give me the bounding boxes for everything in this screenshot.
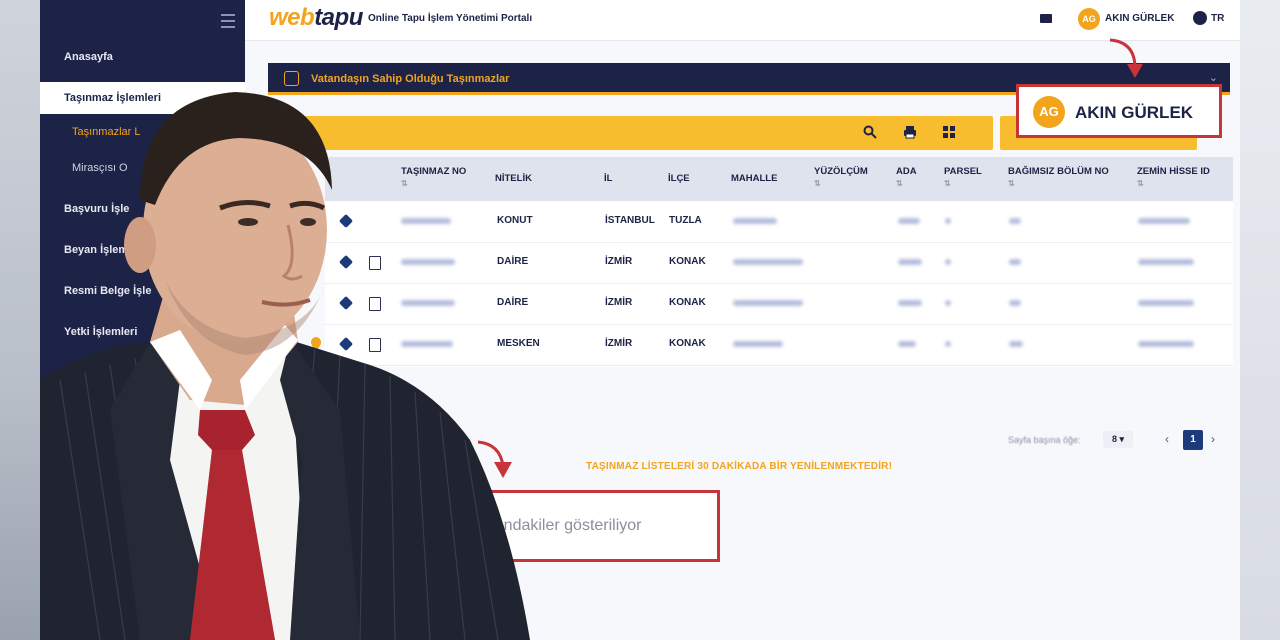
- arrow-to-user-callout: [1109, 38, 1137, 69]
- screenshot-composite: Anasayfa Taşınmaz İşlemleri Taşınmazlar …: [0, 0, 1280, 640]
- person-photo: [40, 92, 530, 640]
- arrow-head-icon: [1127, 64, 1143, 78]
